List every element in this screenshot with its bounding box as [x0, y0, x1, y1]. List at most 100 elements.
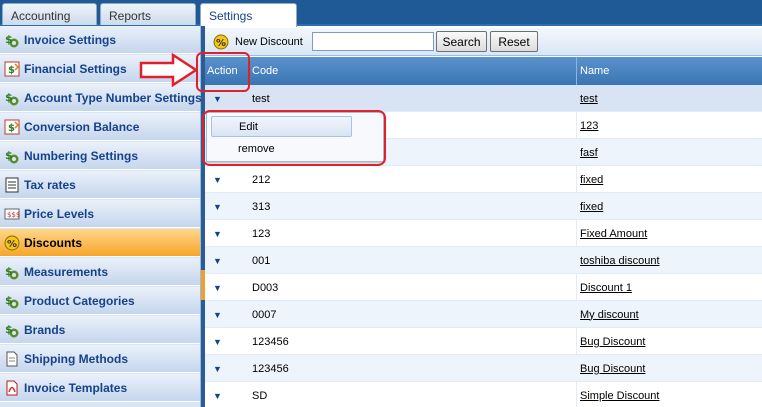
tab-settings[interactable]: Settings: [200, 3, 297, 27]
cell-name-link[interactable]: Fixed Amount: [580, 220, 647, 247]
new-discount-label: New Discount: [235, 36, 303, 48]
cell-name-link[interactable]: fixed: [580, 193, 603, 220]
cell-name-link[interactable]: 123: [580, 112, 598, 139]
dollar-gear-icon: $: [4, 322, 20, 338]
cell-name-link[interactable]: fixed: [580, 166, 603, 193]
annotation-highlight-action: [196, 52, 250, 92]
dollar-gear-icon: $: [4, 90, 20, 106]
cell-code: 001: [252, 254, 271, 267]
row-action-dropdown-icon[interactable]: ▼: [213, 274, 222, 301]
search-input[interactable]: [312, 32, 434, 51]
svg-text:%: %: [216, 38, 226, 49]
table-row[interactable]: ▼ 212 fixed: [205, 166, 762, 193]
sidebar-item-shipping-methods[interactable]: Shipping Methods: [0, 345, 200, 373]
table-row[interactable]: ▼ 123456 Bug Discount: [205, 355, 762, 382]
sidebar-item-label: Conversion Balance: [24, 119, 140, 134]
svg-text:$: $: [5, 91, 13, 104]
row-action-dropdown-icon[interactable]: ▼: [213, 301, 222, 328]
table-row[interactable]: ▼ SD Simple Discount: [205, 382, 762, 407]
sidebar-item-price-levels[interactable]: $$$ Price Levels: [0, 200, 200, 228]
grid-header: Action Code Name: [205, 57, 762, 85]
sidebar-item-invoice-settings[interactable]: $ Invoice Settings: [0, 26, 200, 54]
cell-name-link[interactable]: My discount: [580, 301, 639, 328]
sidebar-item-label: Tax rates: [24, 177, 76, 192]
row-action-dropdown-icon[interactable]: ▼: [213, 355, 222, 382]
svg-text:$: $: [5, 33, 13, 46]
sidebar-item-label: Product Categories: [24, 293, 135, 308]
row-action-dropdown-icon[interactable]: ▼: [213, 382, 222, 407]
svg-text:$: $: [8, 123, 15, 134]
table-row[interactable]: ▼ 123456 Bug Discount: [205, 328, 762, 355]
cell-code: 0007: [252, 308, 277, 321]
svg-text:%: %: [7, 239, 17, 250]
sidebar-item-label: Invoice Settings: [24, 32, 117, 47]
annotation-highlight-menu: [202, 110, 386, 166]
cell-code: 123456: [252, 335, 289, 348]
cell-name-link[interactable]: Bug Discount: [580, 355, 645, 382]
cell-code: 313: [252, 200, 271, 213]
new-discount-button[interactable]: % New Discount: [213, 32, 303, 52]
sidebar-item-label: Financial Settings: [24, 61, 127, 76]
search-button[interactable]: Search: [436, 31, 487, 52]
sidebar-item-label: Shipping Methods: [24, 351, 128, 366]
sidebar-item-label: Price Levels: [24, 206, 95, 221]
sidebar-item-account-type-number-settings[interactable]: $ Account Type Number Settings: [0, 84, 202, 112]
sidebar-item-invoice-templates[interactable]: Invoice Templates: [0, 374, 200, 402]
svg-text:$: $: [5, 323, 13, 336]
cell-name-link[interactable]: Bug Discount: [580, 328, 645, 355]
price-tag-icon: $$$: [4, 206, 20, 222]
dollar-arrows-icon: $: [4, 119, 20, 135]
sidebar-item-measurements[interactable]: $ Measurements: [0, 258, 200, 286]
column-divider: [576, 57, 577, 85]
cell-name-link[interactable]: test: [580, 85, 598, 112]
row-action-dropdown-icon[interactable]: ▼: [213, 193, 222, 220]
row-action-dropdown-icon[interactable]: ▼: [213, 247, 222, 274]
svg-text:$$$: $$$: [7, 211, 20, 219]
table-row[interactable]: ▼ 313 fixed: [205, 193, 762, 220]
cell-name-link[interactable]: toshiba discount: [580, 247, 660, 274]
sidebar-item-label: Discounts: [24, 235, 83, 250]
svg-text:$: $: [5, 149, 13, 162]
column-header-code[interactable]: Code: [252, 57, 572, 85]
svg-text:$: $: [8, 65, 15, 76]
percent-icon: %: [213, 34, 229, 50]
sidebar-item-brands[interactable]: $ Brands: [0, 316, 200, 344]
percent-icon: %: [4, 235, 20, 251]
discount-toolbar: % New Discount Search Reset: [205, 28, 762, 56]
sidebar-item-label: Account Type Number Settings: [24, 90, 202, 105]
svg-text:$: $: [5, 265, 13, 278]
cell-name-link[interactable]: Discount 1: [580, 274, 632, 301]
sidebar-item-label: Invoice Templates: [24, 380, 128, 395]
sidebar-item-product-categories[interactable]: $ Product Categories: [0, 287, 200, 315]
sidebar-item-numbering-settings[interactable]: $ Numbering Settings: [0, 142, 200, 170]
svg-text:$: $: [5, 294, 13, 307]
table-row[interactable]: ▼ 0007 My discount: [205, 301, 762, 328]
table-row[interactable]: ▼ D003 Discount 1: [205, 274, 762, 301]
sidebar-item-discounts[interactable]: % Discounts: [0, 229, 200, 257]
tab-reports[interactable]: Reports: [100, 3, 196, 25]
row-action-dropdown-icon[interactable]: ▼: [213, 220, 222, 247]
tab-bar: Accounting Reports Settings: [0, 0, 762, 27]
cell-code: D003: [252, 281, 279, 294]
table-row[interactable]: ▼ 001 toshiba discount: [205, 247, 762, 274]
dollar-gear-icon: $: [4, 148, 20, 164]
sidebar-item-tax-rates[interactable]: Tax rates: [0, 171, 200, 199]
cell-name-link[interactable]: fasf: [580, 139, 598, 166]
row-action-dropdown-icon[interactable]: ▼: [213, 166, 222, 193]
cell-code: 123456: [252, 362, 289, 375]
sidebar-item-label: Brands: [24, 322, 66, 337]
sidebar-item-conversion-balance[interactable]: $ Conversion Balance: [0, 113, 200, 141]
tab-accounting[interactable]: Accounting: [2, 3, 97, 25]
cell-code: 123: [252, 227, 271, 240]
document-icon: [4, 351, 20, 367]
table-row[interactable]: ▼ 123 Fixed Amount: [205, 220, 762, 247]
dollar-gear-icon: $: [4, 32, 20, 48]
cell-code: test: [252, 92, 270, 105]
row-action-dropdown-icon[interactable]: ▼: [213, 328, 222, 355]
cell-name-link[interactable]: Simple Discount: [580, 382, 659, 407]
dollar-arrows-icon: $: [4, 61, 20, 77]
column-header-name[interactable]: Name: [580, 57, 760, 85]
table-row[interactable]: ▼ test test: [205, 85, 762, 112]
sidebar-item-label: Measurements: [24, 264, 109, 279]
reset-button[interactable]: Reset: [490, 31, 538, 52]
